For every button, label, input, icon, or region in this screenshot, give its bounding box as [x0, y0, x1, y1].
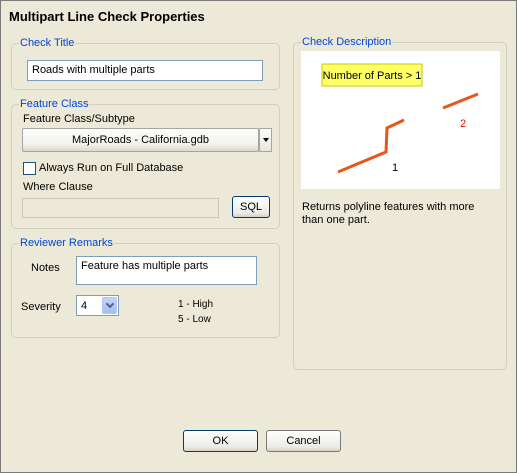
check-diagram: Number of Parts > 1 1 2	[301, 51, 500, 189]
check-description-text: Returns polyline features with more than…	[302, 201, 475, 226]
where-clause-label: Where Clause	[23, 181, 93, 193]
feature-class-group: Feature Class Feature Class/Subtype Majo…	[11, 98, 280, 229]
severity-low-hint: 5 - Low	[178, 314, 211, 325]
severity-dropdown-button[interactable]	[102, 297, 117, 314]
where-clause-input[interactable]	[22, 198, 219, 218]
severity-select[interactable]: 4	[76, 295, 119, 316]
window-title: Multipart Line Check Properties	[9, 9, 205, 24]
dialog-window: Multipart Line Check Properties Check Ti…	[0, 0, 517, 473]
line-part-2	[442, 92, 479, 110]
part-label-1: 1	[392, 162, 398, 174]
severity-value: 4	[81, 299, 88, 312]
check-description-group: Check Description Number of Parts > 1 1 …	[293, 36, 507, 370]
check-description-group-label: Check Description	[301, 36, 393, 49]
severity-high-hint: 1 - High	[178, 299, 214, 310]
notes-input[interactable]: Feature has multiple parts	[76, 256, 257, 285]
chevron-down-icon	[105, 299, 114, 308]
always-run-checkbox[interactable]	[23, 162, 36, 175]
ok-button[interactable]: OK	[183, 430, 258, 452]
check-title-input[interactable]: Roads with multiple parts	[27, 60, 263, 81]
feature-class-dropdown-arrow[interactable]	[259, 128, 272, 152]
feature-class-subtype-label: Feature Class/Subtype	[23, 113, 135, 125]
severity-label: Severity	[21, 301, 61, 313]
notes-label: Notes	[31, 262, 60, 274]
sql-button[interactable]: SQL	[232, 196, 270, 218]
part-label-2: 2	[460, 118, 466, 130]
diagram-callout-text: Number of Parts > 1	[323, 70, 422, 82]
multipart-line-diagram: Number of Parts > 1 1 2	[321, 63, 479, 174]
always-run-label: Always Run on Full Database	[39, 162, 184, 174]
feature-class-group-label: Feature Class	[19, 98, 90, 111]
feature-class-dropdown[interactable]: MajorRoads - California.gdb	[22, 128, 259, 152]
cancel-button[interactable]: Cancel	[266, 430, 341, 452]
reviewer-remarks-group: Reviewer Remarks Notes Feature has multi…	[11, 237, 280, 338]
chevron-down-icon	[262, 138, 269, 142]
check-title-group: Check Title Roads with multiple parts	[11, 37, 280, 90]
check-title-group-label: Check Title	[19, 37, 76, 50]
reviewer-remarks-group-label: Reviewer Remarks	[19, 237, 114, 250]
